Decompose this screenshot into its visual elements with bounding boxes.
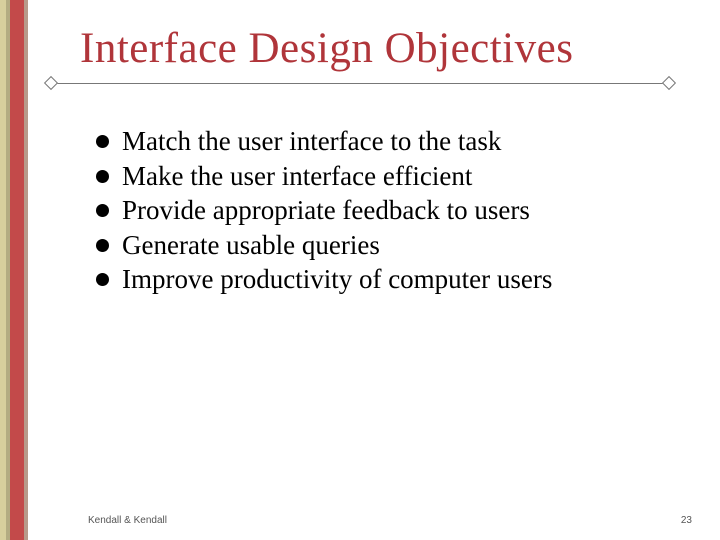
list-item: Generate usable queries — [96, 228, 660, 263]
slide-body: Match the user interface to the task Mak… — [96, 124, 660, 297]
list-item: Make the user interface efficient — [96, 159, 660, 194]
slide-title: Interface Design Objectives — [80, 24, 720, 73]
footer-author: Kendall & Kendall — [88, 515, 167, 526]
list-item: Provide appropriate feedback to users — [96, 193, 660, 228]
bullet-list: Match the user interface to the task Mak… — [96, 124, 660, 297]
slide-footer: Kendall & Kendall 23 — [88, 515, 692, 526]
slide: Interface Design Objectives Match the us… — [0, 0, 720, 540]
list-item: Improve productivity of computer users — [96, 262, 660, 297]
title-divider — [48, 83, 672, 84]
footer-page-number: 23 — [681, 515, 692, 526]
list-item: Match the user interface to the task — [96, 124, 660, 159]
